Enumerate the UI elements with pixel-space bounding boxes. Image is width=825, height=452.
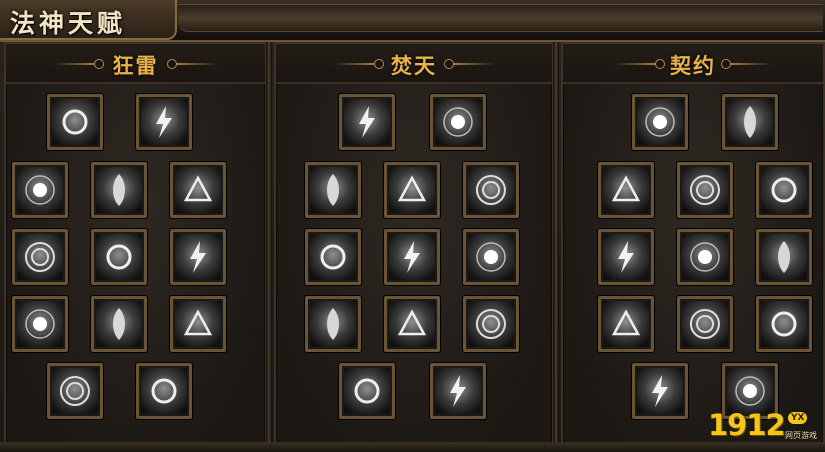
stone-emblem-icon bbox=[141, 368, 187, 414]
talent-slot[interactable] bbox=[677, 162, 733, 218]
glowing-hand-icon bbox=[435, 368, 481, 414]
column-title: 焚天 bbox=[391, 53, 437, 78]
column-title: 契约 bbox=[670, 53, 716, 78]
talent-slot[interactable] bbox=[305, 162, 361, 218]
talent-slot[interactable] bbox=[305, 229, 361, 285]
talent-slot[interactable] bbox=[598, 229, 654, 285]
rune-circle-icon bbox=[96, 234, 142, 280]
talent-slot[interactable] bbox=[305, 296, 361, 352]
talent-slot[interactable] bbox=[170, 162, 226, 218]
talent-slot[interactable] bbox=[463, 229, 519, 285]
crystal-shard-icon bbox=[344, 99, 390, 145]
talent-slot[interactable] bbox=[756, 162, 812, 218]
talent-slot[interactable] bbox=[722, 94, 778, 150]
talent-slot[interactable] bbox=[12, 229, 68, 285]
talent-slot[interactable] bbox=[339, 363, 395, 419]
arch-mage-icon bbox=[435, 99, 481, 145]
staff-icon bbox=[17, 234, 63, 280]
talent-slot[interactable] bbox=[677, 229, 733, 285]
mage-face-icon bbox=[175, 167, 221, 213]
rune-wheel-icon bbox=[17, 301, 63, 347]
open-hands-icon bbox=[389, 301, 435, 347]
stone-sigil-icon bbox=[52, 368, 98, 414]
hooded-mage-icon bbox=[389, 167, 435, 213]
talent-slot[interactable] bbox=[339, 94, 395, 150]
rune-wheel-2-icon bbox=[175, 301, 221, 347]
watermark-subtitle: 网页游戏 bbox=[785, 431, 817, 440]
talent-slot[interactable] bbox=[47, 94, 103, 150]
column-header: 契约 bbox=[563, 44, 823, 84]
talent-slot[interactable] bbox=[136, 363, 192, 419]
lightning-hand-icon bbox=[682, 167, 728, 213]
talent-slot[interactable] bbox=[136, 94, 192, 150]
orb-caster-icon bbox=[310, 167, 356, 213]
title-plate: 法神天赋 bbox=[0, 0, 177, 40]
title-bar-decoration bbox=[178, 4, 823, 32]
claw-strike-icon bbox=[682, 301, 728, 347]
lightning-strike-icon bbox=[96, 167, 142, 213]
site-watermark: 1912 YX 网页游戏 bbox=[708, 408, 823, 450]
spiral-icon bbox=[468, 167, 514, 213]
title-bar: 法神天赋 bbox=[0, 0, 825, 42]
bottom-border bbox=[0, 442, 825, 452]
column-title: 狂雷 bbox=[112, 53, 159, 78]
orb-ring-icon bbox=[310, 234, 356, 280]
hands-orb-icon bbox=[52, 99, 98, 145]
storm-figure-icon bbox=[761, 167, 807, 213]
talent-slot[interactable] bbox=[384, 162, 440, 218]
column-header: 狂雷 bbox=[6, 44, 265, 84]
bearded-mage-icon bbox=[175, 234, 221, 280]
ghost-flame-icon bbox=[637, 368, 683, 414]
storm-cloud-icon bbox=[603, 167, 649, 213]
talent-slot[interactable] bbox=[632, 94, 688, 150]
talent-slot[interactable] bbox=[756, 229, 812, 285]
energy-orb-icon bbox=[682, 234, 728, 280]
light-ray-icon bbox=[468, 301, 514, 347]
talent-slot[interactable] bbox=[430, 363, 486, 419]
spirit-mist-icon bbox=[727, 99, 773, 145]
column-divider bbox=[266, 42, 272, 442]
header-ornament bbox=[167, 59, 219, 69]
arcane-sigil-icon bbox=[468, 234, 514, 280]
light-burst-icon bbox=[96, 301, 142, 347]
talent-slot[interactable] bbox=[756, 296, 812, 352]
window-title: 法神天赋 bbox=[10, 9, 127, 38]
column-divider bbox=[553, 42, 559, 442]
flame-icon bbox=[761, 301, 807, 347]
thunderbolt-icon bbox=[603, 234, 649, 280]
watermark-number: 1912 bbox=[708, 408, 786, 442]
light-beam-icon bbox=[637, 99, 683, 145]
watermark-badge: YX bbox=[788, 412, 808, 424]
talent-slot[interactable] bbox=[91, 229, 147, 285]
dark-ring-icon bbox=[17, 167, 63, 213]
talent-slot[interactable] bbox=[463, 296, 519, 352]
talent-slot[interactable] bbox=[91, 296, 147, 352]
reaching-hand-icon bbox=[344, 368, 390, 414]
talent-slot[interactable] bbox=[91, 162, 147, 218]
header-ornament bbox=[444, 59, 496, 69]
lightning-fist-icon bbox=[141, 99, 187, 145]
talent-slot[interactable] bbox=[598, 296, 654, 352]
talent-slot[interactable] bbox=[170, 229, 226, 285]
talent-slot[interactable] bbox=[12, 162, 68, 218]
talent-slot[interactable] bbox=[677, 296, 733, 352]
hamsa-hand-icon bbox=[389, 234, 435, 280]
warning-rune-icon bbox=[761, 234, 807, 280]
palm-hand-icon bbox=[310, 301, 356, 347]
talent-slot[interactable] bbox=[384, 296, 440, 352]
talent-slot[interactable] bbox=[430, 94, 486, 150]
talent-slot[interactable] bbox=[384, 229, 440, 285]
talent-slot[interactable] bbox=[463, 162, 519, 218]
lightning-tree-icon bbox=[603, 301, 649, 347]
talent-slot[interactable] bbox=[598, 162, 654, 218]
talent-slot[interactable] bbox=[47, 363, 103, 419]
header-ornament bbox=[721, 59, 773, 69]
talent-slot[interactable] bbox=[170, 296, 226, 352]
column-header: 焚天 bbox=[276, 44, 552, 84]
talent-slot[interactable] bbox=[12, 296, 68, 352]
talent-slot[interactable] bbox=[632, 363, 688, 419]
